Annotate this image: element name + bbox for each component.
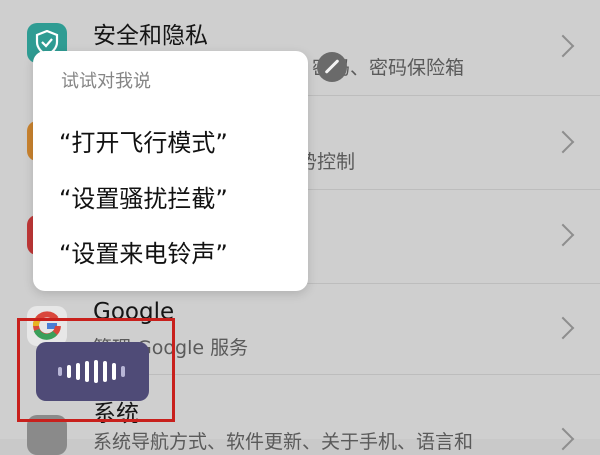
chevron-right-icon bbox=[551, 223, 575, 247]
close-icon[interactable] bbox=[317, 52, 347, 82]
chevron-right-icon bbox=[551, 316, 575, 340]
highlight-box bbox=[17, 318, 175, 422]
chevron-right-icon bbox=[551, 130, 575, 154]
voice-suggestion-popup: 试试对我说 “打开飞行模式” “设置骚扰拦截” “设置来电铃声” bbox=[33, 51, 308, 291]
voice-command-suggestion[interactable]: “设置来电铃声” bbox=[59, 234, 228, 269]
chevron-right-icon bbox=[551, 427, 575, 451]
popup-heading: 试试对我说 bbox=[61, 71, 151, 92]
settings-screen: 安全和隐私 密码、密码保险箱 势控制 Google 管理 Google 服务 系… bbox=[0, 0, 600, 455]
settings-item-subtitle: 系统导航方式、软件更新、关于手机、语言和 bbox=[93, 431, 474, 453]
chevron-right-icon bbox=[551, 34, 575, 58]
voice-command-suggestion[interactable]: “设置骚扰拦截” bbox=[59, 179, 228, 214]
voice-command-suggestion[interactable]: “打开飞行模式” bbox=[59, 123, 228, 158]
settings-item-title: 安全和隐私 bbox=[93, 23, 208, 49]
